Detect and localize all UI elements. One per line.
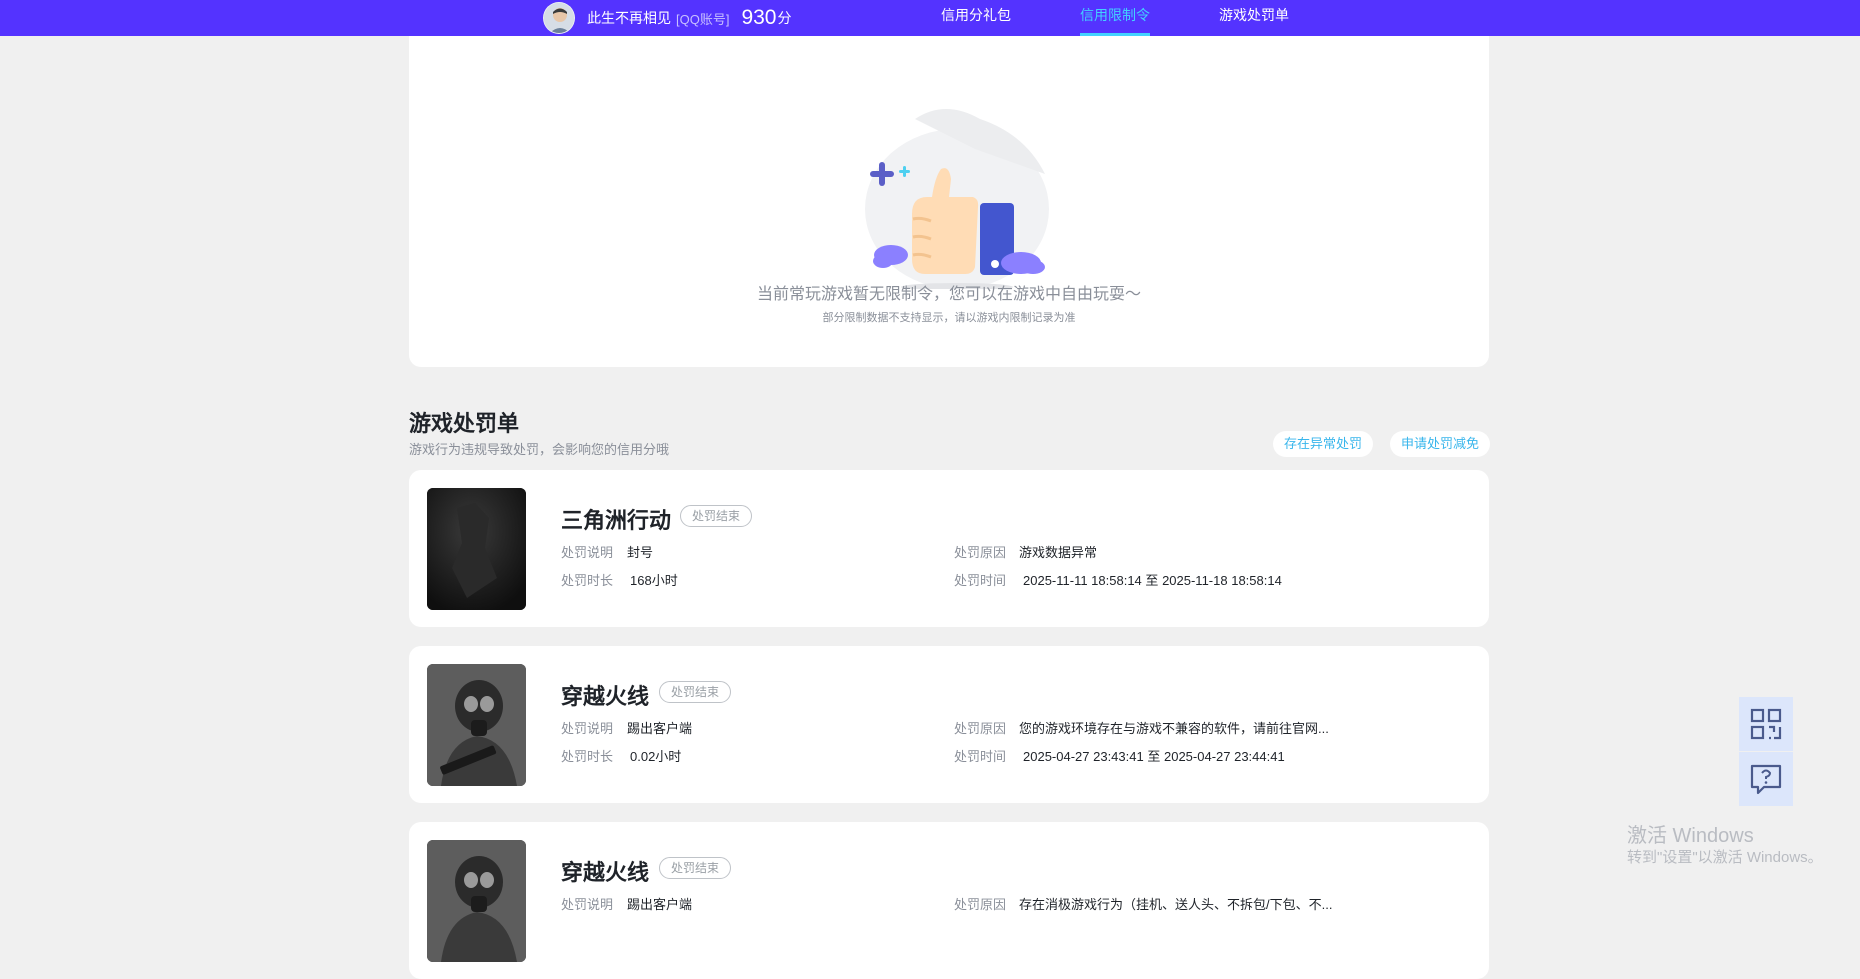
restriction-empty-card: 当前常玩游戏暂无限制令，您可以在游戏中自由玩耍～ 部分限制数据不支持显示，请以游…	[409, 35, 1489, 367]
apply-reduction-button[interactable]: 申请处罚减免	[1390, 431, 1491, 457]
penalty-start-time: 2025-11-11 18:58:14	[1023, 573, 1142, 588]
penalty-desc-value: 封号	[627, 545, 654, 560]
penalty-duration-label: 处罚时长	[561, 573, 614, 588]
penalty-start-time: 2025-04-27 23:43:41	[1023, 749, 1144, 764]
qrcode-button[interactable]	[1739, 697, 1793, 751]
user-info: 此生不再相见 [QQ账号] 930 分	[543, 0, 792, 36]
game-cover-image	[427, 840, 526, 962]
penalty-duration-value: 168小时	[630, 573, 678, 588]
credit-score: 930	[741, 6, 777, 29]
penalty-time-label: 处罚时间	[954, 573, 1007, 588]
game-name: 三角洲行动	[561, 508, 672, 533]
status-badge: 处罚结束	[680, 505, 753, 527]
penalty-reason-label: 处罚原因	[954, 545, 1007, 560]
penalty-section-description: 游戏行为违规导致处罚，会影响您的信用分哦	[409, 442, 670, 457]
penalty-time-label: 处罚时间	[954, 749, 1007, 764]
empty-state-title: 当前常玩游戏暂无限制令，您可以在游戏中自由玩耍～	[756, 286, 1141, 303]
windows-watermark-hint: 转到"设置"以激活 Windows。	[1627, 849, 1823, 866]
top-bar: 此生不再相见 [QQ账号] 930 分 信用分礼包 信用限制令 游戏处罚单	[0, 0, 1860, 36]
penalty-record[interactable]: 穿越火线 处罚结束 处罚说明 踢出客户端 处罚时长 0.02小时 处罚原因 您的…	[409, 646, 1489, 803]
penalty-end-time: 2025-11-18 18:58:14	[1162, 573, 1282, 588]
time-separator: 至	[1145, 573, 1159, 588]
penalty-reason-value: 存在消极游戏行为（挂机、送人头、不拆包/下包、不...	[1019, 897, 1333, 912]
penalty-time-value: 2025-04-27 23:43:41 至 2025-04-27 23:44:4…	[1023, 746, 1285, 765]
avatar[interactable]	[543, 2, 575, 34]
penalty-desc-label: 处罚说明	[561, 545, 614, 560]
help-chat-icon	[1750, 764, 1782, 795]
status-badge: 处罚结束	[659, 857, 732, 879]
qrcode-icon	[1750, 708, 1782, 740]
game-cover-image	[427, 664, 526, 786]
empty-state-note: 部分限制数据不支持显示，请以游戏内限制记录为准	[822, 312, 1076, 324]
penalty-desc-label: 处罚说明	[561, 897, 614, 912]
penalty-reason-label: 处罚原因	[954, 721, 1007, 736]
status-badge: 处罚结束	[659, 681, 732, 703]
abnormal-penalty-button[interactable]: 存在异常处罚	[1273, 431, 1374, 457]
game-cover-image	[427, 488, 526, 610]
thumbs-up-illustration	[855, 79, 1055, 291]
nav-game-penalty[interactable]: 游戏处罚单	[1219, 0, 1289, 36]
penalty-desc-value: 踢出客户端	[627, 897, 693, 912]
penalty-desc-value: 踢出客户端	[627, 721, 693, 736]
penalty-reason-value: 游戏数据异常	[1019, 545, 1098, 560]
score-unit: 分	[777, 10, 792, 26]
penalty-duration-value: 0.02小时	[630, 749, 682, 764]
nav-credit-restriction[interactable]: 信用限制令	[1080, 0, 1150, 36]
windows-watermark-title: 激活 Windows	[1627, 825, 1754, 847]
game-name: 穿越火线	[561, 684, 650, 709]
game-name: 穿越火线	[561, 860, 650, 885]
penalty-section-title: 游戏处罚单	[409, 411, 520, 436]
help-button[interactable]	[1739, 752, 1793, 806]
nav-credit-gift[interactable]: 信用分礼包	[941, 0, 1011, 36]
penalty-record[interactable]: 穿越火线 处罚结束 处罚说明 踢出客户端 处罚原因 存在消极游戏行为（挂机、送人…	[409, 822, 1489, 979]
penalty-time-value: 2025-11-11 18:58:14 至 2025-11-18 18:58:1…	[1023, 570, 1282, 589]
penalty-record[interactable]: 三角洲行动 处罚结束 处罚说明 封号 处罚时长 168小时 处罚原因 游戏数据异…	[409, 470, 1489, 627]
username: 此生不再相见	[587, 10, 671, 26]
penalty-reason-label: 处罚原因	[954, 897, 1007, 912]
penalty-desc-label: 处罚说明	[561, 721, 614, 736]
penalty-end-time: 2025-04-27 23:44:41	[1163, 749, 1285, 764]
penalty-duration-label: 处罚时长	[561, 749, 614, 764]
account-type: [QQ账号]	[676, 11, 730, 27]
time-separator: 至	[1147, 749, 1161, 764]
penalty-reason-value: 您的游戏环境存在与游戏不兼容的软件，请前往官网...	[1019, 721, 1329, 736]
